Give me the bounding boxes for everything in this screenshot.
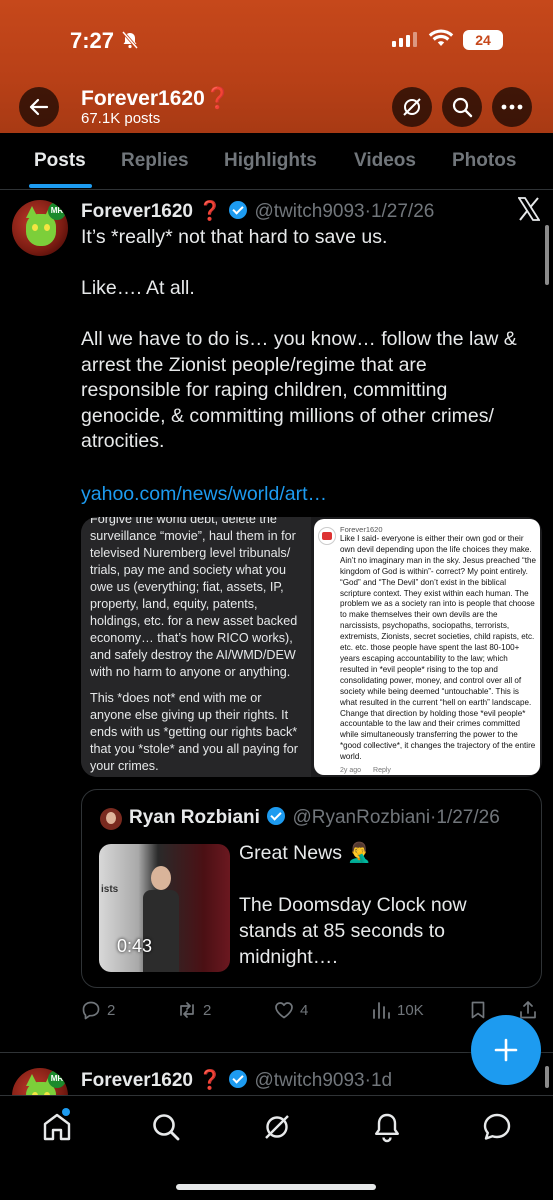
media-screenshot-right[interactable]: Forever1620 Like I said- everyone is eit… — [314, 519, 540, 775]
quoted-author-row: Ryan Rozbiani @RyanRozbiani·1/27/26 — [129, 807, 500, 828]
post-count: 67.1K posts — [81, 110, 161, 127]
avatar[interactable]: MR — [12, 200, 68, 256]
x-logo-icon — [518, 197, 540, 221]
tab-highlights[interactable]: Highlights — [224, 150, 317, 172]
avatar-badge: MR — [48, 202, 66, 220]
verified-badge-icon — [229, 201, 248, 219]
avatar-badge: MR — [48, 1070, 66, 1088]
quoted-text: Great News 🤦‍♂️ The Doomsday Clock now s… — [239, 842, 467, 968]
video-duration: 0:43 — [117, 936, 153, 956]
like-button[interactable]: 4 — [274, 1000, 308, 1020]
share-button[interactable] — [518, 1000, 538, 1020]
back-button[interactable] — [19, 87, 59, 127]
active-tab-indicator — [29, 184, 92, 188]
reply-icon — [82, 1001, 100, 1020]
reply-button[interactable]: 2 — [81, 1000, 115, 1020]
post-date[interactable]: 1/27/26 — [371, 201, 434, 222]
grok-icon — [403, 98, 421, 116]
bottom-navigation — [0, 1095, 553, 1200]
search-icon[interactable] — [149, 1110, 183, 1144]
quoted-handle: @RyanRozbiani — [292, 807, 431, 828]
bookmark-icon — [471, 1001, 485, 1019]
share-icon — [520, 1001, 536, 1019]
scrollbar-lower — [545, 1066, 549, 1088]
battery-indicator: 24 — [463, 30, 503, 50]
tab-videos[interactable]: Videos — [354, 150, 416, 172]
views-button[interactable]: 10K — [371, 1000, 424, 1020]
status-bar: 7:27 24 — [0, 0, 553, 80]
author-name[interactable]: Forever1620 — [81, 201, 193, 222]
media-screenshot-left[interactable]: Forgive the world debt, delete the surve… — [81, 517, 311, 777]
avatar-cat — [26, 206, 56, 246]
media-left-paragraph-1: Forgive the world debt, delete the surve… — [90, 517, 298, 679]
tab-replies[interactable]: Replies — [121, 150, 189, 172]
media-avatar — [318, 527, 336, 545]
repost-icon — [180, 1002, 194, 1018]
profile-name-text: Forever1620 — [81, 87, 205, 110]
quoted-post[interactable]: Ryan Rozbiani @RyanRozbiani·1/27/26 ists… — [81, 789, 542, 988]
quoted-video-thumbnail[interactable]: ists 0:43 — [99, 844, 230, 972]
home-notification-dot — [62, 1108, 70, 1116]
repost-count: 2 — [203, 1001, 212, 1019]
next-post-author-row: Forever1620 ❓ @twitch9093·1d — [81, 1070, 393, 1091]
repost-button[interactable]: 2 — [177, 1000, 211, 1020]
notifications-icon[interactable] — [370, 1110, 404, 1144]
quoted-avatar — [100, 808, 122, 830]
status-time: 7:27 — [70, 28, 115, 53]
verified-badge-icon — [267, 807, 286, 825]
media-comment-text: Like I said- everyone is either their ow… — [340, 534, 536, 762]
quoted-date: 1/27/26 — [436, 807, 500, 828]
search-icon — [452, 97, 473, 118]
post-author-row: Forever1620 ❓ @twitch9093·1/27/26 — [81, 201, 435, 222]
thumbnail-sign-text: ists — [101, 884, 119, 895]
bell-off-icon — [121, 31, 139, 49]
media-left-paragraph-2: This *does not* end with me or anyone el… — [90, 691, 298, 773]
home-indicator — [176, 1184, 376, 1190]
compose-button[interactable] — [471, 1015, 541, 1085]
cellular-signal-icon — [392, 32, 417, 47]
more-button[interactable] — [492, 87, 532, 127]
scrollbar[interactable] — [545, 225, 549, 285]
reply-count: 2 — [107, 1001, 116, 1019]
media-author-name: Forever1620 — [340, 525, 383, 534]
author-emoji: ❓ — [198, 201, 222, 222]
bookmark-button[interactable] — [468, 1000, 488, 1020]
like-count: 4 — [300, 1001, 309, 1019]
tab-posts[interactable]: Posts — [34, 150, 86, 172]
profile-name: Forever1620❓ — [81, 87, 231, 111]
verified-badge-icon — [229, 1070, 248, 1088]
search-button[interactable] — [442, 87, 482, 127]
like-icon — [275, 1002, 293, 1019]
wifi-icon — [428, 29, 454, 46]
post-date[interactable]: 1d — [371, 1070, 392, 1091]
post-divider — [0, 1052, 553, 1053]
post-link[interactable]: yahoo.com/news/world/art… — [81, 483, 327, 506]
grok-icon[interactable] — [260, 1110, 294, 1144]
media-comment-footer: 2y ago Reply — [340, 767, 391, 774]
tab-photos[interactable]: Photos — [452, 150, 516, 172]
grok-button[interactable] — [392, 87, 432, 127]
author-emoji: ❓ — [198, 1070, 222, 1091]
author-handle[interactable]: @twitch9093 — [254, 1070, 364, 1091]
more-icon — [501, 104, 523, 110]
views-icon — [373, 1002, 390, 1019]
back-arrow-icon — [29, 98, 49, 116]
post-media[interactable]: Forgive the world debt, delete the surve… — [81, 517, 542, 777]
post-actions: 2 2 4 10K — [81, 1000, 541, 1024]
messages-icon[interactable] — [480, 1110, 514, 1144]
home-icon[interactable] — [40, 1110, 74, 1144]
post-text: It’s *really* not that hard to save us. … — [81, 226, 517, 452]
views-count: 10K — [397, 1001, 424, 1019]
profile-tabs: Posts Replies Highlights Videos Photos — [0, 133, 553, 190]
author-handle[interactable]: @twitch9093 — [254, 201, 364, 222]
quoted-author-name: Ryan Rozbiani — [129, 807, 260, 828]
profile-name-emoji: ❓ — [204, 87, 231, 110]
compose-icon — [494, 1038, 518, 1062]
profile-header: Forever1620❓ 67.1K posts — [0, 85, 553, 131]
author-name[interactable]: Forever1620 — [81, 1070, 193, 1091]
